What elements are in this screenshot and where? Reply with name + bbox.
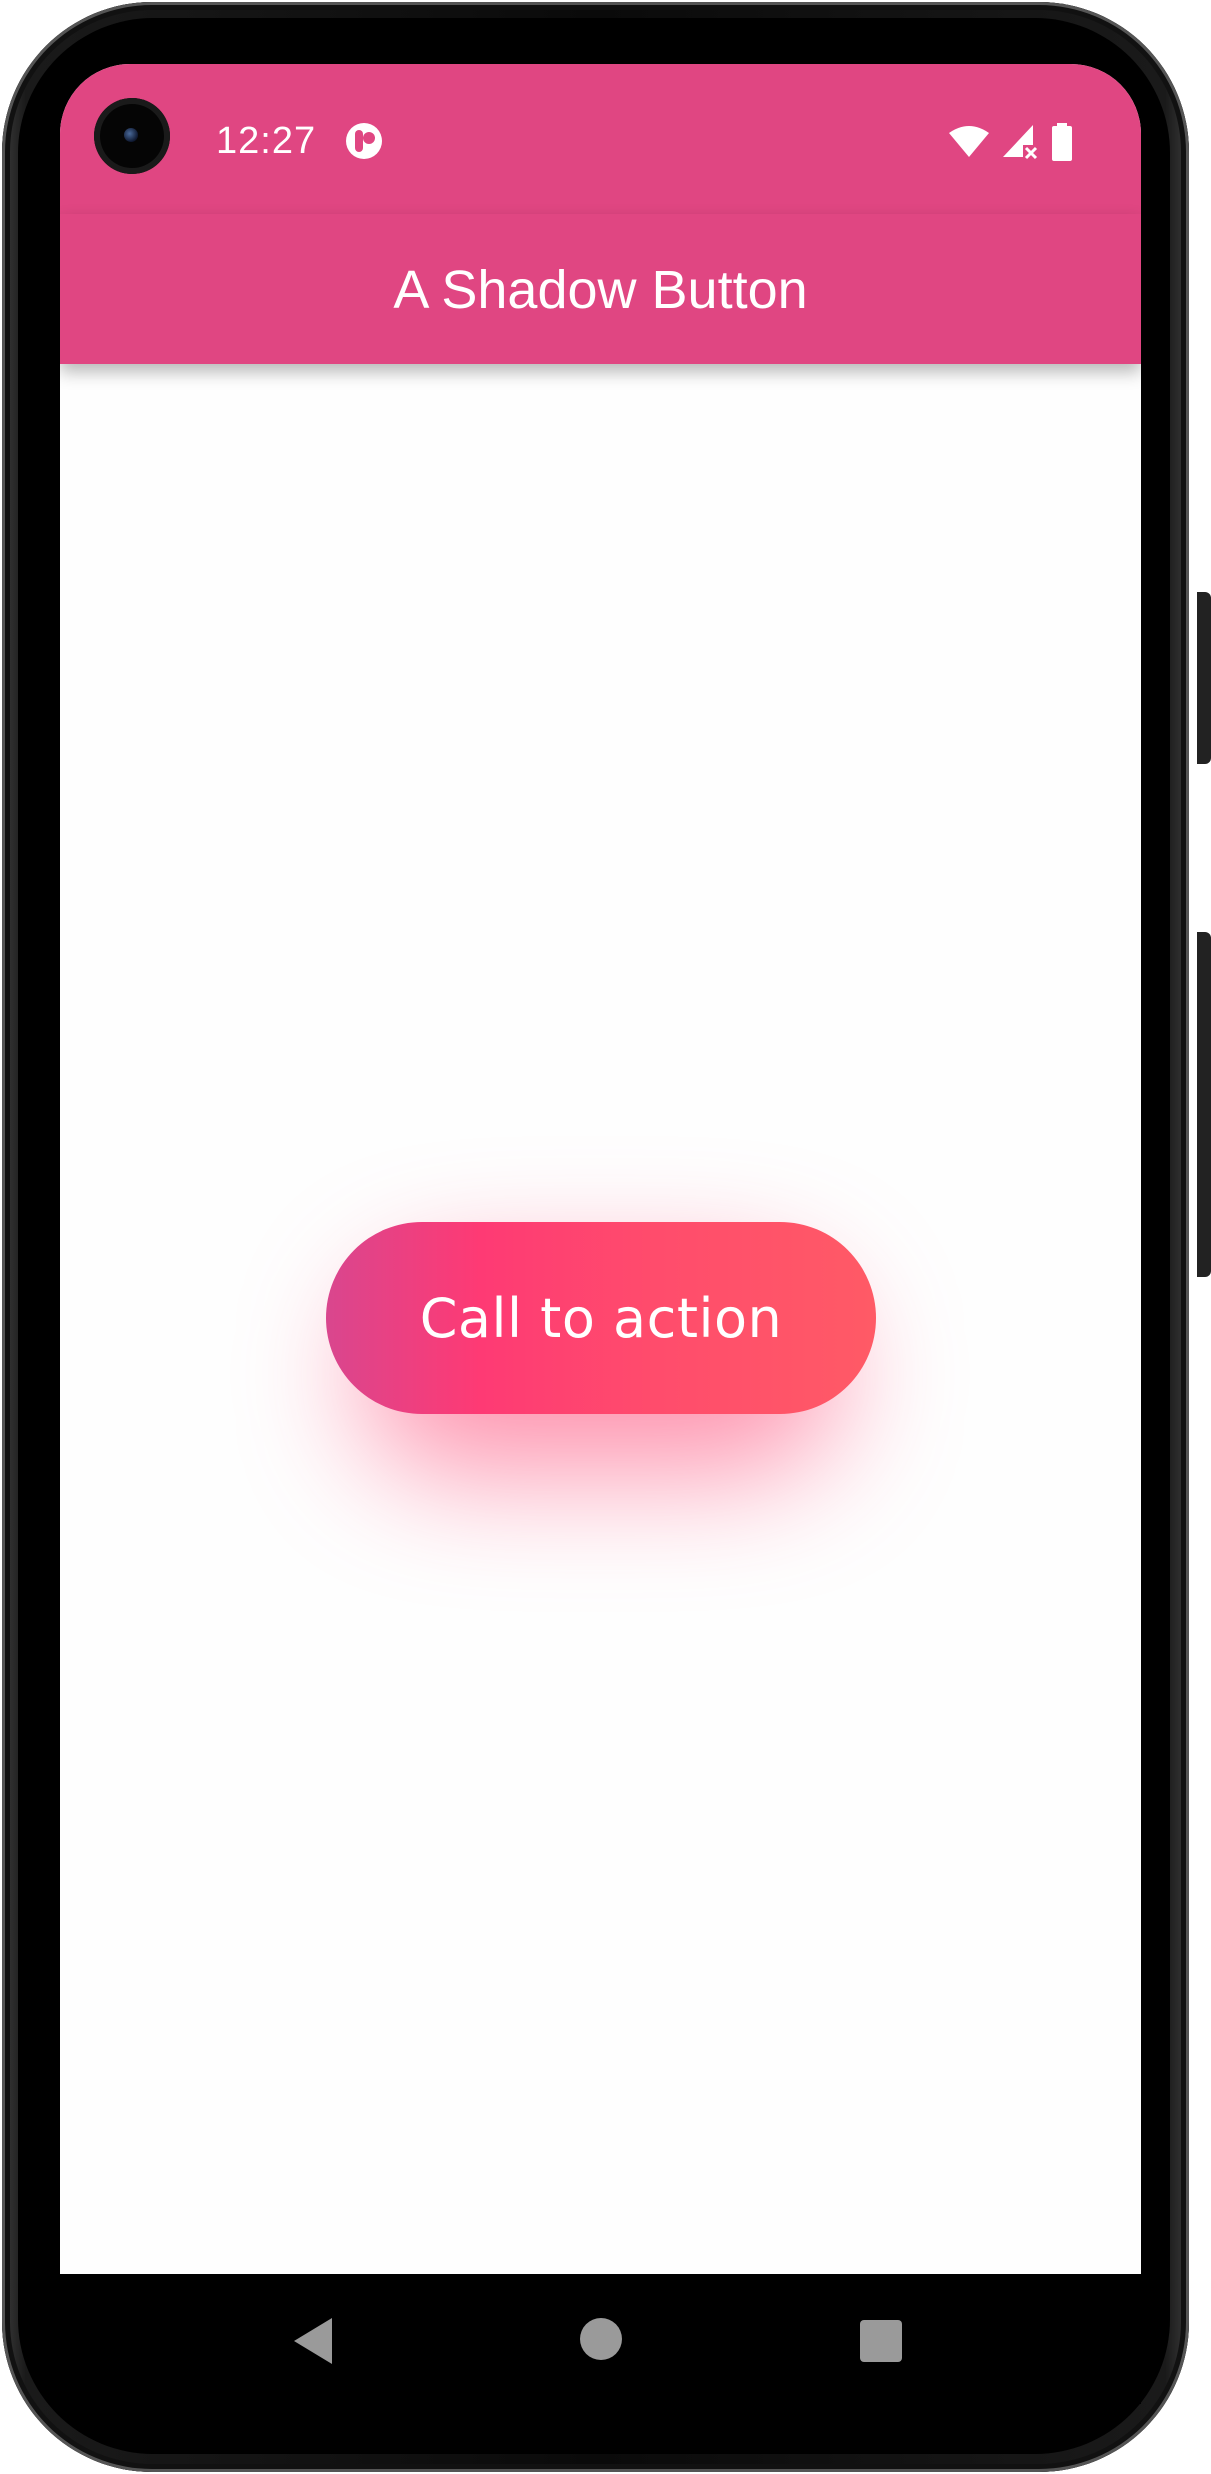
status-bar: 12:27 bbox=[60, 64, 1141, 214]
signal-no-service-icon bbox=[1003, 125, 1038, 160]
phone-device: 12:27 A Shadow Button Call to action bbox=[0, 0, 1211, 2474]
navigation-bar bbox=[60, 2274, 1141, 2404]
wifi-icon bbox=[949, 126, 989, 157]
main-content: Call to action bbox=[60, 364, 1141, 2274]
home-icon[interactable] bbox=[580, 2318, 622, 2360]
call-to-action-button[interactable]: Call to action bbox=[326, 1222, 876, 1414]
power-button bbox=[1197, 592, 1211, 764]
back-icon[interactable] bbox=[292, 2316, 338, 2366]
status-icons bbox=[949, 120, 1073, 164]
status-time: 12:27 bbox=[216, 120, 317, 162]
recents-icon[interactable] bbox=[860, 2320, 902, 2362]
app-bar-title: A Shadow Button bbox=[393, 260, 808, 320]
app-bar: A Shadow Button bbox=[60, 214, 1141, 364]
notification-app-icon bbox=[346, 123, 382, 159]
front-camera bbox=[94, 98, 170, 174]
volume-rocker bbox=[1197, 932, 1211, 1277]
screen: 12:27 A Shadow Button Call to action bbox=[60, 64, 1141, 2274]
battery-icon bbox=[1052, 123, 1072, 161]
